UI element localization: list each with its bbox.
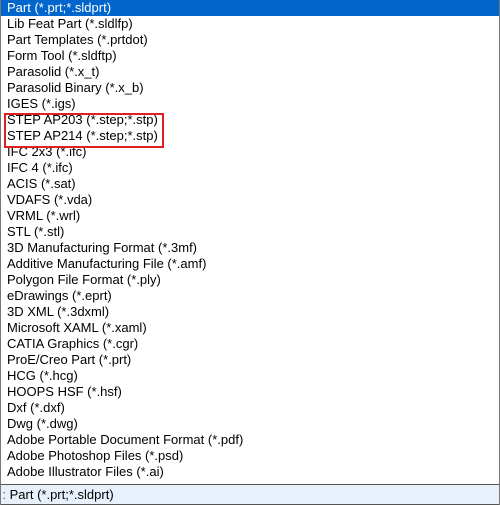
filetype-option[interactable]: STEP AP214 (*.step;*.stp) — [1, 128, 499, 144]
filetype-option[interactable]: Polygon File Format (*.ply) — [1, 272, 499, 288]
filetype-option[interactable]: eDrawings (*.eprt) — [1, 288, 499, 304]
filetype-option[interactable]: STEP AP203 (*.step;*.stp) — [1, 112, 499, 128]
filetype-option[interactable]: ProE/Creo Part (*.prt) — [1, 352, 499, 368]
filetype-dropdown-list[interactable]: Part (*.prt;*.sldprt)Lib Feat Part (*.sl… — [1, 0, 499, 484]
filetype-option[interactable]: Additive Manufacturing File (*.amf) — [1, 256, 499, 272]
filetype-option[interactable]: Dxf (*.dxf) — [1, 400, 499, 416]
filetype-option[interactable]: Microsoft XAML (*.xaml) — [1, 320, 499, 336]
filetype-option[interactable]: HOOPS HSF (*.hsf) — [1, 384, 499, 400]
filetype-option[interactable]: HCG (*.hcg) — [1, 368, 499, 384]
filetype-option[interactable]: VRML (*.wrl) — [1, 208, 499, 224]
filetype-option[interactable]: CATIA Graphics (*.cgr) — [1, 336, 499, 352]
filetype-option[interactable]: Adobe Photoshop Files (*.psd) — [1, 448, 499, 464]
filetype-option[interactable]: Dwg (*.dwg) — [1, 416, 499, 432]
filetype-option[interactable]: Parasolid Binary (*.x_b) — [1, 80, 499, 96]
filetype-option[interactable]: VDAFS (*.vda) — [1, 192, 499, 208]
field-separator: : — [2, 485, 6, 504]
filetype-option[interactable]: ACIS (*.sat) — [1, 176, 499, 192]
filetype-option[interactable]: Form Tool (*.sldftp) — [1, 48, 499, 64]
filetype-option[interactable]: 3D XML (*.3dxml) — [1, 304, 499, 320]
filetype-option[interactable]: Lib Feat Part (*.sldlfp) — [1, 16, 499, 32]
filetype-option[interactable]: IFC 2x3 (*.ifc) — [1, 144, 499, 160]
filetype-option[interactable]: Part Templates (*.prtdot) — [1, 32, 499, 48]
filetype-current-value: Part (*.prt;*.sldprt) — [10, 487, 114, 502]
filetype-option[interactable]: STL (*.stl) — [1, 224, 499, 240]
filetype-option[interactable]: Parasolid (*.x_t) — [1, 64, 499, 80]
filetype-option[interactable]: IFC 4 (*.ifc) — [1, 160, 499, 176]
filetype-option[interactable]: IGES (*.igs) — [1, 96, 499, 112]
filetype-option[interactable]: 3D Manufacturing Format (*.3mf) — [1, 240, 499, 256]
filetype-option[interactable]: Adobe Portable Document Format (*.pdf) — [1, 432, 499, 448]
filetype-option[interactable]: Adobe Illustrator Files (*.ai) — [1, 464, 499, 480]
filetype-option[interactable]: Part (*.prt;*.sldprt) — [1, 0, 499, 16]
filetype-current-field[interactable]: : Part (*.prt;*.sldprt) — [1, 484, 499, 505]
